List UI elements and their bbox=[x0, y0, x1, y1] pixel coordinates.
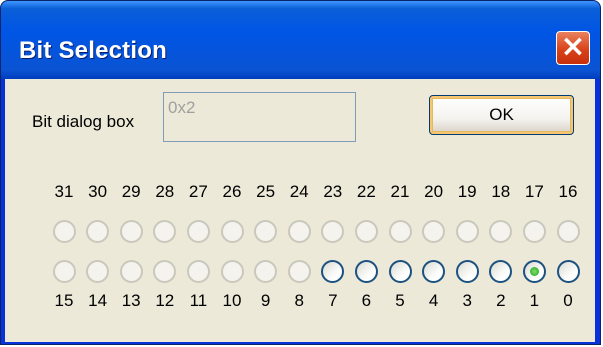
bit-28-label: 28 bbox=[155, 182, 175, 201]
low-bit-labels: 15 14 13 12 11 10 9 8 7 6 5 4 3 2 1 0 bbox=[5, 291, 595, 315]
bit-value-field: 0x2 bbox=[163, 92, 356, 142]
bit-21-label: 21 bbox=[390, 182, 410, 201]
bit-17-radio bbox=[522, 220, 546, 243]
bit-15-label: 15 bbox=[54, 291, 74, 310]
bit-31-radio bbox=[52, 220, 76, 243]
bit-2-radio[interactable] bbox=[489, 260, 513, 283]
high-bit-radios bbox=[5, 220, 595, 244]
bit-4-label: 4 bbox=[428, 291, 439, 310]
radio-selected-dot bbox=[529, 267, 539, 276]
bit-16-label: 16 bbox=[558, 182, 578, 201]
bit-selection-window: Bit Selection × Bit dialog box 0x2 OK 31… bbox=[0, 0, 601, 345]
bit-11-label: 11 bbox=[189, 291, 208, 310]
close-icon: × bbox=[560, 29, 586, 64]
bit-10-radio bbox=[220, 260, 244, 283]
bit-5-label: 5 bbox=[395, 291, 405, 310]
bit-11-radio bbox=[186, 260, 210, 283]
bit-22-radio bbox=[354, 220, 378, 243]
window-title: Bit Selection bbox=[19, 37, 167, 64]
bit-18-radio bbox=[489, 220, 513, 243]
bit-19-radio bbox=[455, 220, 479, 243]
bit-25-label: 25 bbox=[256, 182, 276, 201]
bit-23-radio bbox=[321, 220, 345, 243]
bit-20-radio bbox=[422, 220, 446, 243]
bit-7-radio[interactable] bbox=[321, 260, 345, 283]
bit-18-label: 18 bbox=[491, 182, 511, 201]
bit-22-label: 22 bbox=[356, 182, 376, 201]
bit-10-label: 10 bbox=[222, 291, 242, 310]
bit-dialog-label: Bit dialog box bbox=[32, 112, 135, 131]
bit-9-label: 9 bbox=[260, 291, 271, 310]
bit-13-radio bbox=[119, 260, 143, 283]
bit-23-label: 23 bbox=[323, 182, 343, 201]
bit-25-radio bbox=[254, 220, 278, 243]
bit-24-label: 24 bbox=[289, 182, 309, 201]
bit-1-label: 1 bbox=[529, 291, 540, 310]
bit-26-label: 26 bbox=[222, 182, 242, 201]
bit-0-label: 0 bbox=[563, 291, 573, 310]
bit-8-label: 8 bbox=[294, 291, 304, 310]
bit-4-radio[interactable] bbox=[422, 260, 446, 283]
bit-29-label: 29 bbox=[121, 182, 141, 201]
bit-6-label: 6 bbox=[361, 291, 372, 310]
bit-14-radio bbox=[86, 260, 110, 283]
close-button[interactable]: × bbox=[556, 31, 590, 65]
low-bit-radios bbox=[5, 260, 595, 284]
dialog-client-area: Bit dialog box 0x2 OK 31 30 29 28 27 26 25 24 23… bbox=[5, 79, 595, 342]
bit-29-radio bbox=[119, 220, 143, 243]
title-bar[interactable]: Bit Selection × bbox=[1, 1, 600, 79]
bit-12-radio bbox=[153, 260, 177, 283]
bit-14-label: 14 bbox=[88, 291, 108, 310]
bit-8-radio bbox=[287, 260, 311, 283]
bit-30-label: 30 bbox=[88, 182, 108, 201]
bit-17-label: 17 bbox=[524, 182, 544, 201]
ok-button[interactable]: OK bbox=[429, 95, 574, 135]
bit-28-radio bbox=[153, 220, 177, 243]
bit-30-radio bbox=[86, 220, 110, 243]
bit-2-label: 2 bbox=[496, 291, 506, 310]
bit-27-radio bbox=[186, 220, 210, 243]
bit-5-radio[interactable] bbox=[388, 260, 412, 283]
bit-12-label: 12 bbox=[155, 291, 175, 310]
bit-31-label: 31 bbox=[54, 182, 74, 201]
high-bit-labels: 31 30 29 28 27 26 25 24 23 22 21 20 19 18 17 16 bbox=[5, 182, 595, 206]
bit-26-radio bbox=[220, 220, 244, 243]
bit-24-radio bbox=[287, 220, 311, 243]
bit-19-label: 19 bbox=[457, 182, 477, 201]
bit-15-radio bbox=[52, 260, 76, 283]
bit-0-radio[interactable] bbox=[556, 260, 580, 283]
bit-20-label: 20 bbox=[424, 182, 444, 201]
bit-7-label: 7 bbox=[328, 291, 338, 310]
bit-27-label: 27 bbox=[188, 182, 208, 201]
bit-13-label: 13 bbox=[121, 291, 141, 310]
bit-9-radio bbox=[254, 260, 278, 283]
bit-21-radio bbox=[388, 220, 412, 243]
bit-6-radio[interactable] bbox=[354, 260, 378, 283]
bit-3-radio[interactable] bbox=[455, 260, 479, 283]
bit-1-radio[interactable] bbox=[522, 260, 546, 283]
bit-3-label: 3 bbox=[462, 291, 472, 310]
bit-16-radio bbox=[556, 220, 580, 243]
